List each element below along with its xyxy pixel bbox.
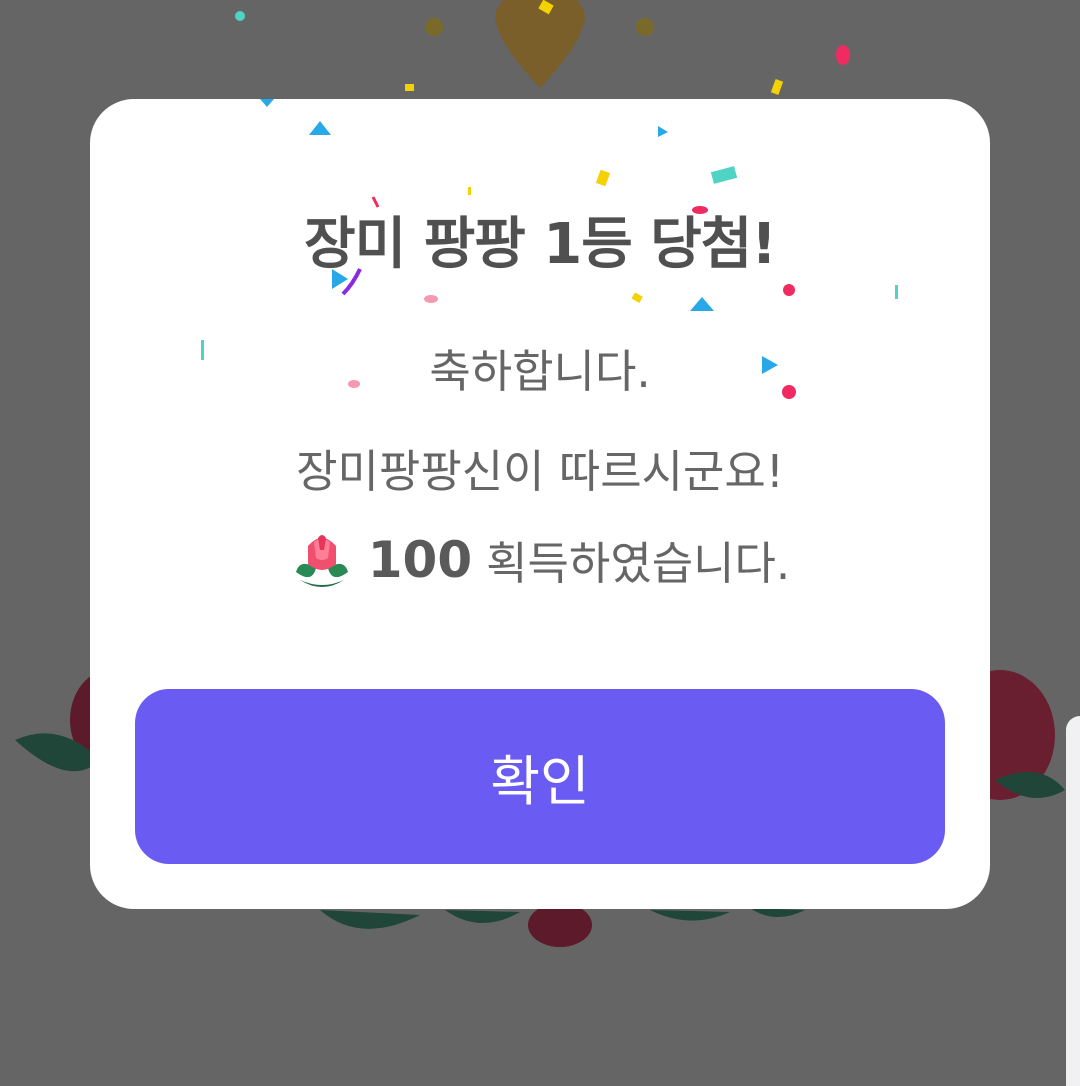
- rose-icon: [295, 534, 348, 587]
- wheel-pointer-icon: [495, 0, 585, 88]
- congrats-message: 축하합니다.: [429, 345, 651, 398]
- reward-amount: 100: [367, 530, 473, 589]
- reward-message: 100 획득하였습니다.: [90, 527, 990, 592]
- luck-message: 장미팡팡신이 따르시군요!: [296, 445, 784, 498]
- reward-suffix: 획득하였습니다.: [486, 537, 791, 590]
- confirm-button[interactable]: 확인: [135, 689, 945, 864]
- prize-dialog: 장미 팡팡 1등 당첨! 축하합니다. 장미팡팡신이 따르시군요! 100 획득…: [90, 99, 990, 909]
- scroll-edge-panel: [1066, 716, 1080, 1086]
- dialog-title: 장미 팡팡 1등 당첨!: [304, 212, 777, 277]
